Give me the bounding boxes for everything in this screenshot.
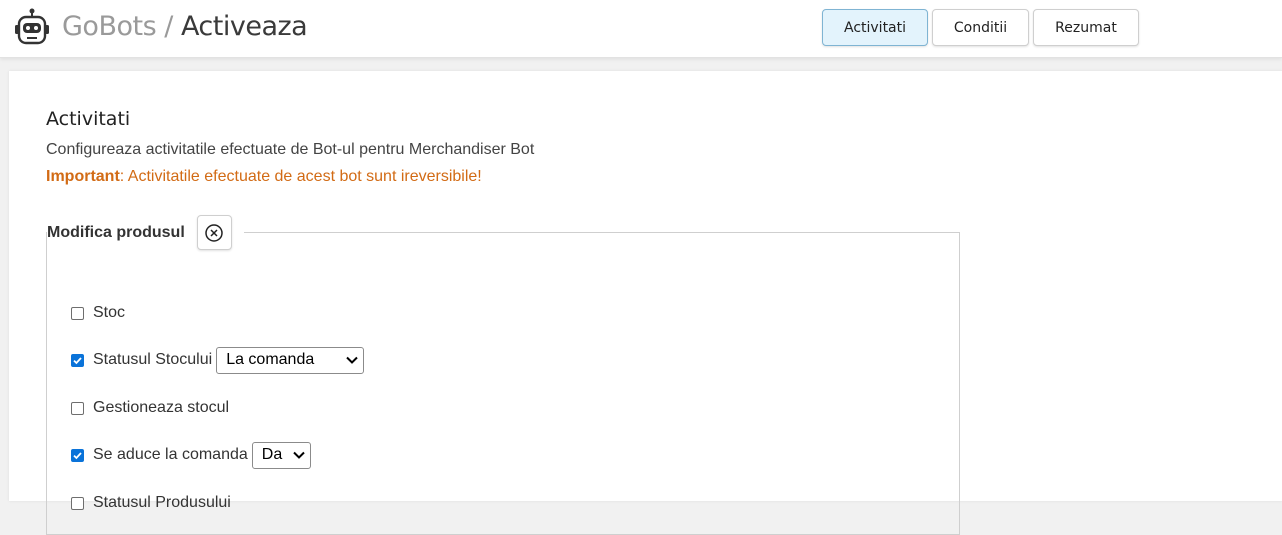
checkmark-icon [73, 356, 82, 364]
option-label: Statusul Stocului [93, 351, 213, 368]
option-label: Stoc [93, 304, 126, 321]
remove-group-button[interactable] [196, 215, 232, 250]
select-value: La comanda [226, 351, 315, 368]
title-separator: / [164, 11, 173, 42]
statusul-stocului-select[interactable]: La comanda [216, 346, 365, 374]
top-bar: GoBots / Activeaza Activitati Conditii R… [0, 0, 1282, 58]
group-legend: Modifica produsul [47, 215, 244, 250]
se-aduce-la-comanda-checkbox[interactable] [71, 448, 84, 462]
option-stoc: Stoc [71, 300, 129, 326]
step-conditii-button[interactable]: Conditii [932, 9, 1029, 46]
option-gestioneaza-stocul: Gestioneaza stocul [71, 395, 233, 421]
section-title: Activitati [46, 108, 131, 130]
option-se-aduce-la-comanda: Se aduce la comanda Da [71, 441, 311, 469]
page-title: GoBots / Activeaza [62, 9, 308, 45]
warning-message: Important: Activitatile efectuate de ace… [46, 168, 482, 186]
content-card: Activitati Configureaza activitatile efe… [9, 71, 1282, 535]
checkmark-icon [73, 451, 82, 459]
step-rezumat-button[interactable]: Rezumat [1033, 9, 1139, 46]
circle-x-icon [205, 223, 224, 242]
statusul-stocului-checkbox[interactable] [71, 353, 84, 367]
robot-icon [15, 8, 49, 45]
modifica-produsul-group: Modifica produsul Stoc Statusul Stocului… [46, 215, 960, 535]
warning-text: : Activitatile efectuate de acest bot su… [119, 168, 482, 185]
se-aduce-la-comanda-select[interactable]: Da [251, 441, 311, 469]
option-label: Gestioneaza stocul [93, 399, 230, 416]
chevron-down-icon [293, 451, 305, 459]
gestioneaza-stocul-checkbox[interactable] [71, 401, 84, 415]
stoc-checkbox[interactable] [71, 306, 84, 320]
group-title: Modifica produsul [47, 223, 185, 241]
option-statusul-stocului: Statusul Stocului La comanda [71, 346, 365, 374]
option-label: Statusul Produsului [93, 494, 231, 511]
warning-label: Important [46, 168, 120, 185]
option-label: Se aduce la comanda [93, 446, 248, 463]
chevron-down-icon [346, 356, 358, 364]
page-name: Activeaza [180, 11, 308, 42]
step-activitati-button[interactable]: Activitati [822, 9, 928, 46]
app-name: GoBots [62, 11, 157, 42]
option-statusul-produsului: Statusul Produsului [71, 490, 235, 516]
statusul-produsului-checkbox[interactable] [71, 496, 84, 510]
section-description: Configureaza activitatile efectuate de B… [46, 141, 535, 158]
select-value: Da [261, 446, 283, 463]
